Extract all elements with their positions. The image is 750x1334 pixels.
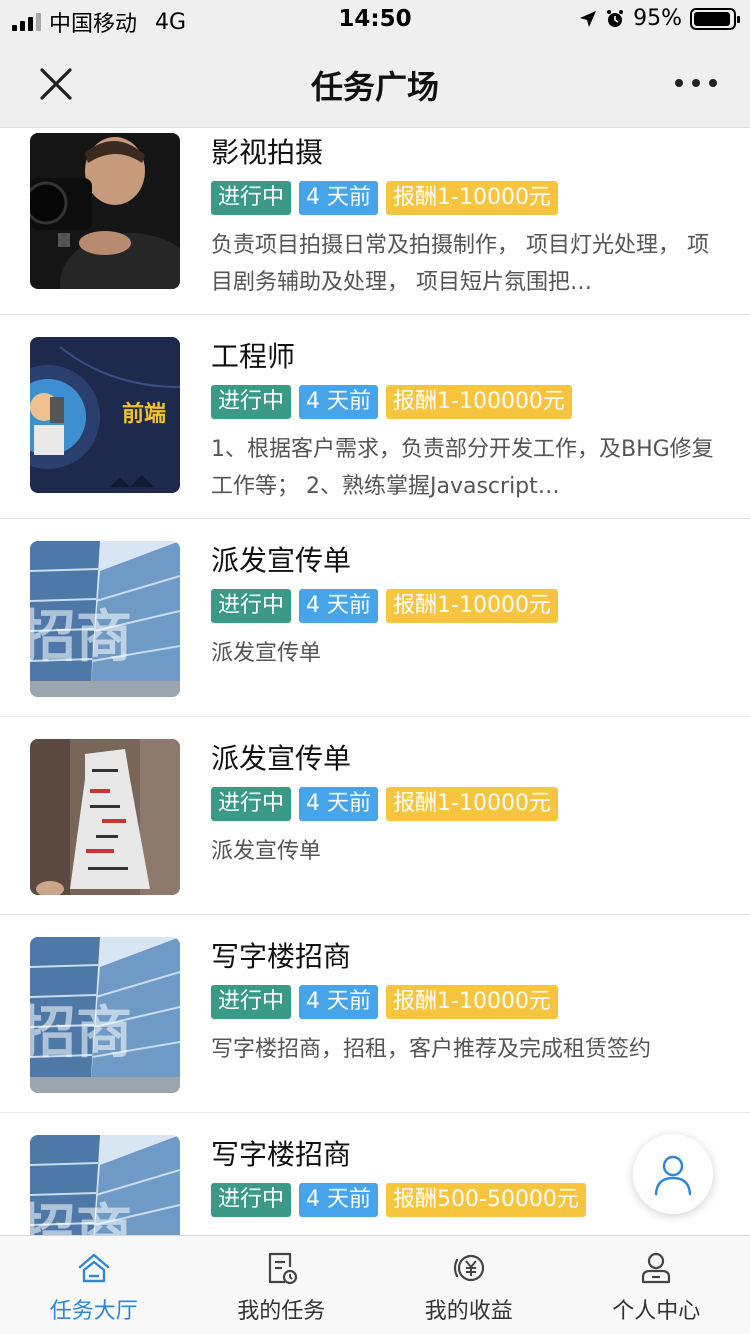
task-thumbnail: 前端 bbox=[30, 337, 180, 493]
posted-time-badge: 4 天前 bbox=[299, 787, 379, 821]
posted-time-badge: 4 天前 bbox=[299, 1183, 379, 1217]
task-title: 工程师 bbox=[211, 340, 296, 373]
tab-my-earnings[interactable]: 我的收益 bbox=[375, 1236, 563, 1334]
status-badge: 进行中 bbox=[211, 589, 292, 623]
task-card[interactable]: 招商 派发宣传单 进行中 4 天前 报酬1-10000元 派发宣传单 bbox=[0, 519, 750, 717]
status-badge: 进行中 bbox=[211, 181, 292, 215]
task-description: 派发宣传单 bbox=[211, 641, 322, 666]
tab-profile[interactable]: 个人中心 bbox=[563, 1236, 750, 1334]
battery-icon bbox=[690, 7, 740, 30]
tab-my-tasks[interactable]: 我的任务 bbox=[188, 1236, 376, 1334]
task-card[interactable]: 前端 工程师 进行中 4 天前 报酬1-100000元 1、根据客户需求，负责部… bbox=[0, 315, 750, 519]
profile-icon bbox=[642, 1252, 671, 1284]
tab-label: 我的任务 bbox=[237, 1299, 326, 1324]
posted-time-badge: 4 天前 bbox=[299, 985, 379, 1019]
tab-task-hall[interactable]: 任务大厅 bbox=[0, 1236, 188, 1334]
svg-text:招商: 招商 bbox=[30, 605, 132, 670]
task-card[interactable]: 招商 写字楼招商 进行中 4 天前 报酬1-10000元 写字楼招商，招租，客户… bbox=[0, 915, 750, 1113]
svg-text:招商: 招商 bbox=[30, 1199, 132, 1235]
pay-badge: 报酬500-50000元 bbox=[386, 1183, 586, 1217]
task-list[interactable]: 影视拍摄 进行中 4 天前 报酬1-10000元 负责项目拍摄日常及拍摄制作， … bbox=[0, 129, 750, 1235]
home-icon bbox=[78, 1253, 109, 1283]
pay-badge: 报酬1-10000元 bbox=[386, 787, 558, 821]
tab-label: 个人中心 bbox=[612, 1299, 701, 1324]
task-thumbnail: 招商 bbox=[30, 541, 180, 697]
task-description: 1、根据客户需求，负责部分开发工作，及BHG修复工作等； 2、熟练掌握Javas… bbox=[211, 437, 714, 499]
task-description: 写字楼招商，招租，客户推荐及完成租赁签约 bbox=[211, 1037, 652, 1062]
task-title: 写字楼招商 bbox=[211, 940, 352, 973]
status-badge: 进行中 bbox=[211, 1183, 292, 1217]
pay-badge: 报酬1-10000元 bbox=[386, 589, 558, 623]
svg-text:前端: 前端 bbox=[122, 401, 166, 427]
battery-percent: 95% bbox=[633, 6, 682, 31]
status-badge: 进行中 bbox=[211, 985, 292, 1019]
more-button[interactable] bbox=[670, 68, 722, 98]
pay-badge: 报酬1-10000元 bbox=[386, 985, 558, 1019]
more-icon bbox=[675, 79, 717, 87]
task-title: 派发宣传单 bbox=[211, 742, 352, 775]
task-thumbnail: 招商 bbox=[30, 937, 180, 1093]
earnings-icon bbox=[453, 1254, 484, 1282]
pay-badge: 报酬1-10000元 bbox=[386, 181, 558, 215]
status-bar: 中国移动 4G 14:50 95% bbox=[0, 0, 750, 40]
posted-time-badge: 4 天前 bbox=[299, 181, 379, 215]
task-list-icon bbox=[269, 1252, 298, 1285]
alarm-icon bbox=[607, 9, 624, 27]
tab-bar: 任务大厅 我的任务 我的收益 个人中心 bbox=[0, 1235, 750, 1334]
location-arrow-icon bbox=[580, 10, 597, 27]
task-thumbnail bbox=[30, 739, 180, 895]
floating-profile-button[interactable] bbox=[633, 1134, 713, 1214]
task-card[interactable]: 影视拍摄 进行中 4 天前 报酬1-10000元 负责项目拍摄日常及拍摄制作， … bbox=[0, 129, 750, 315]
posted-time-badge: 4 天前 bbox=[299, 589, 379, 623]
task-card[interactable]: 派发宣传单 进行中 4 天前 报酬1-10000元 派发宣传单 bbox=[0, 717, 750, 915]
user-icon bbox=[654, 1155, 692, 1196]
task-description: 负责项目拍摄日常及拍摄制作， 项目灯光处理， 项目剧务辅助及处理， 项目短片氛围… bbox=[211, 233, 709, 295]
page-title: 任务广场 bbox=[310, 68, 439, 106]
posted-time-badge: 4 天前 bbox=[299, 385, 379, 419]
status-badge: 进行中 bbox=[211, 385, 292, 419]
tab-label: 我的收益 bbox=[424, 1299, 513, 1324]
nav-bar: 任务广场 bbox=[0, 40, 750, 128]
task-title: 影视拍摄 bbox=[211, 136, 324, 169]
status-badge: 进行中 bbox=[211, 787, 292, 821]
pay-badge: 报酬1-100000元 bbox=[386, 385, 572, 419]
task-description: 派发宣传单 bbox=[211, 839, 322, 864]
task-thumbnail: 招商 bbox=[30, 1135, 180, 1235]
svg-text:招商: 招商 bbox=[30, 1001, 132, 1066]
tab-label: 任务大厅 bbox=[49, 1299, 138, 1324]
task-title: 派发宣传单 bbox=[211, 544, 352, 577]
task-thumbnail bbox=[30, 133, 180, 289]
